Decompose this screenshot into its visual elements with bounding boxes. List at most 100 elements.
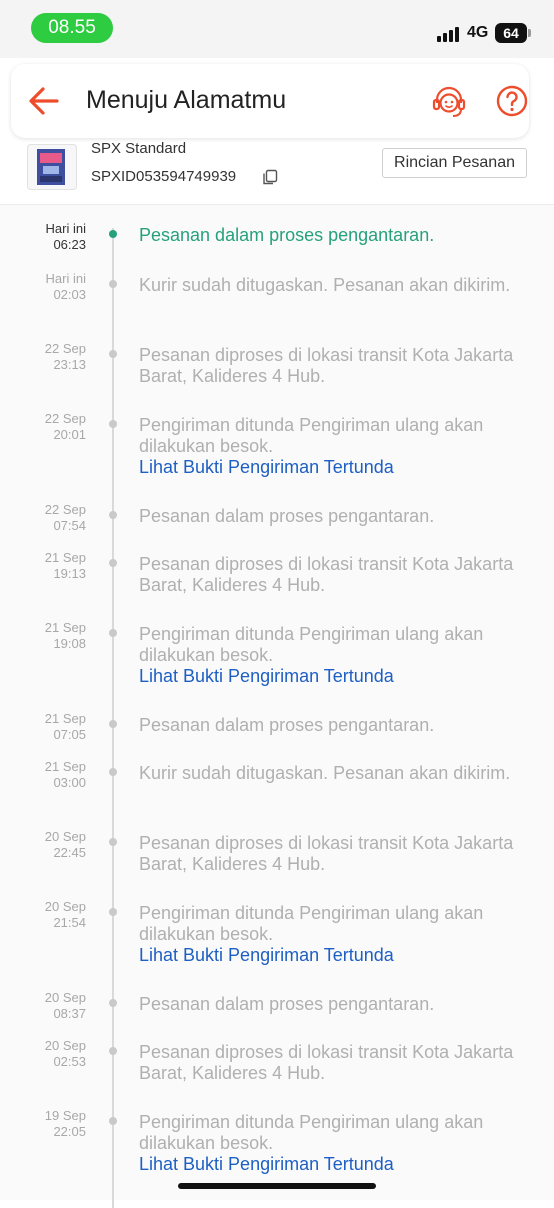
event-datetime: 20 Sep 21:54 — [0, 899, 86, 931]
event-day: 21 Sep — [44, 550, 86, 565]
event-text: Pesanan dalam proses pengantaran. — [139, 225, 435, 245]
timeline-dot — [109, 350, 117, 358]
event-text: Kurir sudah ditugaskan. Pesanan akan dik… — [139, 763, 511, 783]
delivery-proof-link[interactable]: Lihat Bukti Pengiriman Tertunda — [139, 945, 529, 966]
tracking-number: SPXID053594749939 — [91, 168, 237, 185]
event-time: 22:45 — [53, 845, 86, 860]
event-text: Pesanan diproses di lokasi transit Kota … — [139, 554, 514, 595]
event-text: Pengiriman ditunda Pengiriman ulang akan… — [139, 624, 484, 665]
event-day: 22 Sep — [44, 411, 86, 426]
event-datetime: 21 Sep 19:08 — [0, 620, 86, 652]
event-description: Pengiriman ditunda Pengiriman ulang akan… — [139, 624, 529, 687]
timeline-dot — [109, 999, 117, 1007]
event-text: Pesanan diproses di lokasi transit Kota … — [139, 833, 514, 874]
event-datetime: 22 Sep 23:13 — [0, 341, 86, 373]
shipping-service: SPX Standard — [91, 140, 187, 157]
status-time: 08.55 — [31, 13, 113, 43]
timeline-dot — [109, 420, 117, 428]
event-text: Pesanan dalam proses pengantaran. — [139, 506, 435, 526]
event-day: 21 Sep — [44, 620, 86, 635]
event-description: Pengiriman ditunda Pengiriman ulang akan… — [139, 1112, 529, 1175]
timeline-dot — [109, 559, 117, 567]
event-time: 06:23 — [53, 237, 86, 252]
event-text: Kurir sudah ditugaskan. Pesanan akan dik… — [139, 275, 511, 295]
timeline-dot — [109, 908, 117, 916]
event-description: Pesanan dalam proses pengantaran. — [139, 506, 529, 527]
event-day: 20 Sep — [44, 1038, 86, 1053]
order-details-button[interactable]: Rincian Pesanan — [382, 148, 527, 178]
network-label: 4G — [467, 24, 489, 41]
event-datetime: Hari ini 02:03 — [0, 271, 86, 303]
event-day: 20 Sep — [44, 990, 86, 1005]
home-indicator — [178, 1183, 376, 1189]
battery-icon: 64 — [495, 23, 527, 43]
event-description: Pesanan diproses di lokasi transit Kota … — [139, 554, 529, 596]
event-datetime: 20 Sep 08:37 — [0, 990, 86, 1022]
event-datetime: 20 Sep 22:45 — [0, 829, 86, 861]
event-text: Pengiriman ditunda Pengiriman ulang akan… — [139, 415, 484, 456]
event-description: Pesanan diproses di lokasi transit Kota … — [139, 1042, 529, 1084]
package-summary: SPX Standard SPXID053594749939 Rincian P… — [0, 140, 554, 205]
event-description: Pesanan dalam proses pengantaran. — [139, 225, 529, 246]
delivery-proof-link[interactable]: Lihat Bukti Pengiriman Tertunda — [139, 1154, 529, 1175]
event-description: Pesanan diproses di lokasi transit Kota … — [139, 345, 529, 387]
status-bar: 08.55 4G 64 — [0, 0, 554, 58]
event-time: 03:00 — [53, 775, 86, 790]
event-description: Kurir sudah ditugaskan. Pesanan akan dik… — [139, 275, 529, 296]
copy-icon[interactable] — [262, 169, 278, 185]
event-description: Kurir sudah ditugaskan. Pesanan akan dik… — [139, 763, 529, 784]
event-text: Pengiriman ditunda Pengiriman ulang akan… — [139, 1112, 484, 1153]
timeline-dot — [109, 720, 117, 728]
event-text: Pengiriman ditunda Pengiriman ulang akan… — [139, 903, 484, 944]
arrow-left-icon[interactable] — [27, 84, 61, 118]
event-datetime: 21 Sep 03:00 — [0, 759, 86, 791]
page-title: Menuju Alamatmu — [86, 86, 287, 114]
event-time: 02:53 — [53, 1054, 86, 1069]
timeline-dot — [109, 511, 117, 519]
event-datetime: 20 Sep 02:53 — [0, 1038, 86, 1070]
event-text: Pesanan dalam proses pengantaran. — [139, 715, 435, 735]
signal-icon — [437, 26, 463, 42]
timeline-dot — [109, 629, 117, 637]
product-thumbnail — [27, 144, 77, 190]
question-circle-icon[interactable] — [495, 84, 529, 118]
event-description: Pengiriman ditunda Pengiriman ulang akan… — [139, 415, 529, 478]
event-description: Pengiriman ditunda Pengiriman ulang akan… — [139, 903, 529, 966]
app-header: Menuju Alamatmu — [11, 64, 529, 138]
event-day: Hari ini — [45, 221, 86, 236]
tracking-timeline: Hari ini 06:23 Pesanan dalam proses pengan… — [0, 205, 554, 1208]
event-description: Pesanan dalam proses pengantaran. — [139, 715, 529, 736]
event-datetime: Hari ini 06:23 — [0, 221, 86, 253]
event-description: Pesanan diproses di lokasi transit Kota … — [139, 833, 529, 875]
event-description: Pesanan dalam proses pengantaran. — [139, 994, 529, 1015]
event-day: 19 Sep — [44, 1108, 86, 1123]
timeline-line — [112, 228, 114, 1208]
timeline-dot — [109, 230, 117, 238]
event-day: 22 Sep — [44, 502, 86, 517]
event-day: 21 Sep — [44, 759, 86, 774]
event-time: 21:54 — [53, 915, 86, 930]
event-time: 20:01 — [53, 427, 86, 442]
event-day: 22 Sep — [44, 341, 86, 356]
event-time: 02:03 — [53, 287, 86, 302]
timeline-dot — [109, 1047, 117, 1055]
event-text: Pesanan diproses di lokasi transit Kota … — [139, 345, 514, 386]
event-text: Pesanan dalam proses pengantaran. — [139, 994, 435, 1014]
timeline-dot — [109, 768, 117, 776]
event-time: 19:13 — [53, 566, 86, 581]
timeline-dot — [109, 838, 117, 846]
event-day: 20 Sep — [44, 899, 86, 914]
event-time: 23:13 — [53, 357, 86, 372]
customer-service-icon[interactable] — [431, 84, 467, 120]
event-day: 21 Sep — [44, 711, 86, 726]
delivery-proof-link[interactable]: Lihat Bukti Pengiriman Tertunda — [139, 457, 529, 478]
event-time: 22:05 — [53, 1124, 86, 1139]
event-datetime: 21 Sep 19:13 — [0, 550, 86, 582]
event-time: 08:37 — [53, 1006, 86, 1021]
event-time: 07:54 — [53, 518, 86, 533]
delivery-proof-link[interactable]: Lihat Bukti Pengiriman Tertunda — [139, 666, 529, 687]
event-datetime: 19 Sep 22:05 — [0, 1108, 86, 1140]
event-time: 07:05 — [53, 727, 86, 742]
event-datetime: 22 Sep 20:01 — [0, 411, 86, 443]
event-day: 20 Sep — [44, 829, 86, 844]
